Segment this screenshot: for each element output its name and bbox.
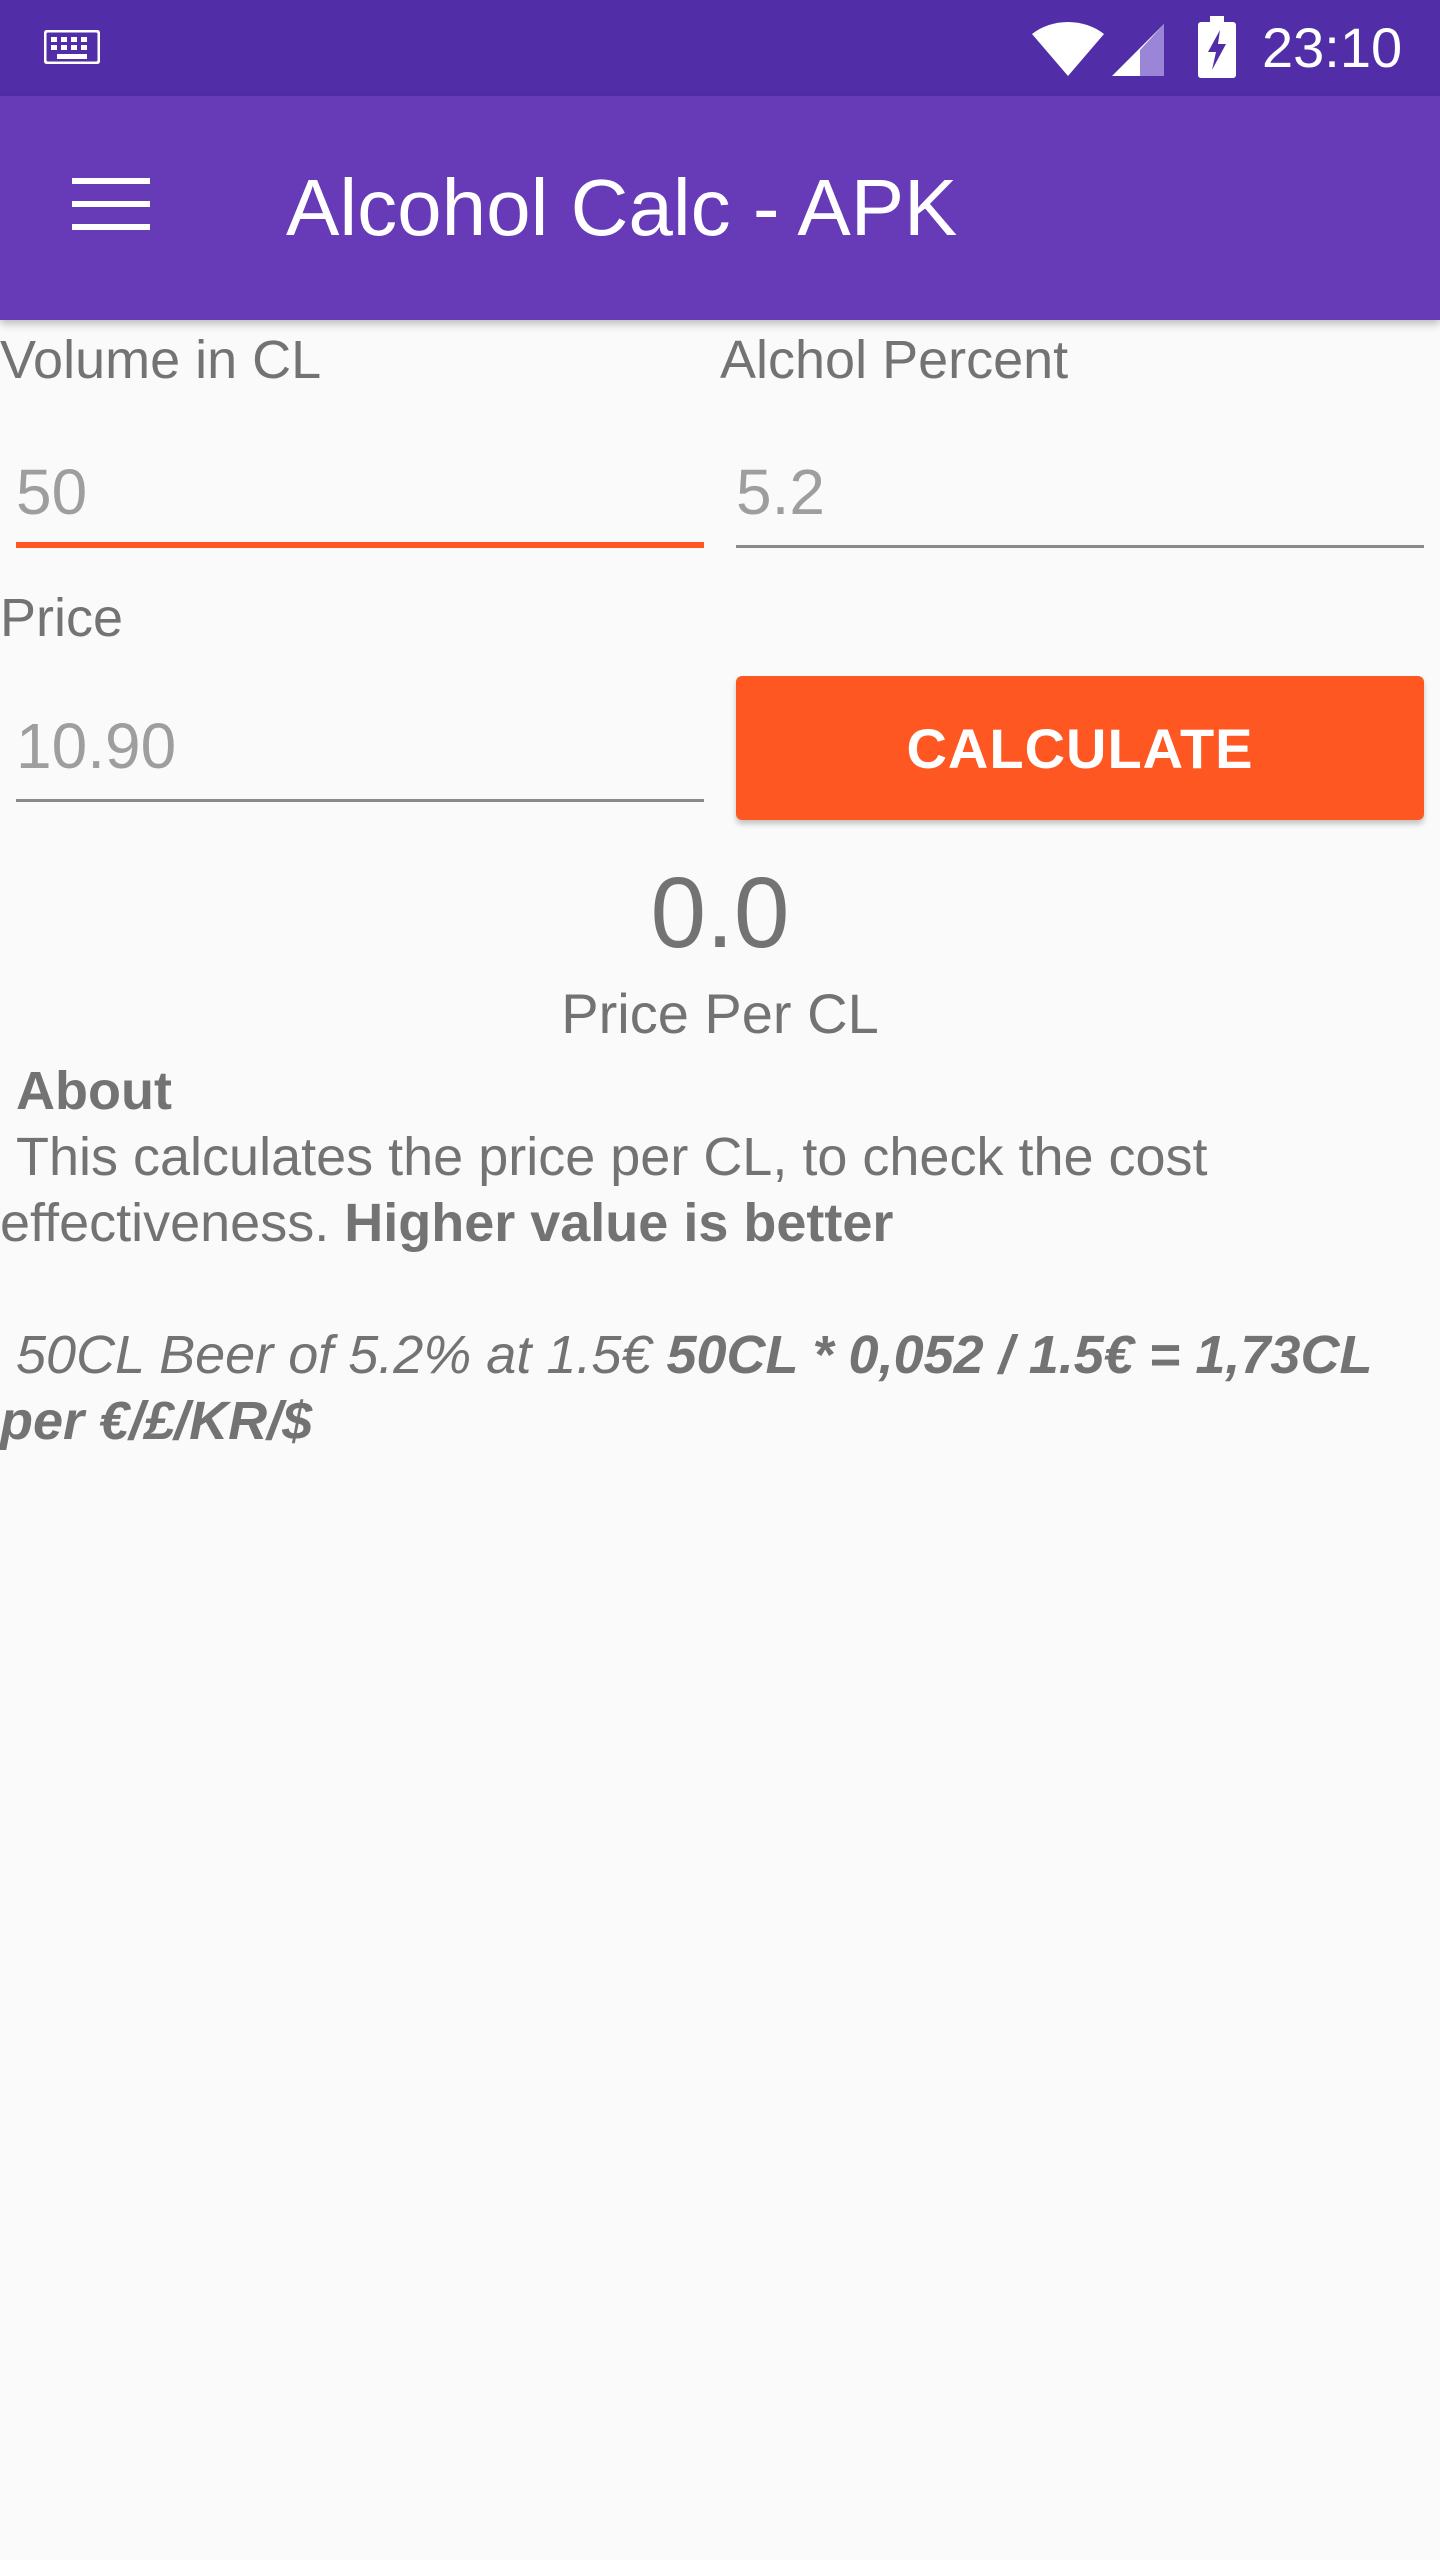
percent-input[interactable] <box>736 452 1424 532</box>
keyboard-icon <box>44 30 100 64</box>
app-bar: Alcohol Calc - APK <box>0 96 1440 320</box>
percent-field[interactable] <box>736 428 1424 548</box>
volume-field[interactable] <box>16 428 704 548</box>
result-label: Price Per CL <box>561 982 879 1045</box>
volume-label: Volume in CL <box>0 330 322 390</box>
battery-charging-icon <box>1198 16 1236 78</box>
example-text: 50CL Beer of 5.2% at 1.5€ 50CL * 0,052 /… <box>0 1322 1430 1454</box>
status-time: 23:10 <box>1262 16 1403 79</box>
app-title: Alcohol Calc - APK <box>286 163 958 252</box>
volume-input[interactable] <box>16 452 704 532</box>
wifi-icon <box>1032 22 1104 76</box>
calculate-button[interactable]: CALCULATE <box>736 676 1424 820</box>
result-value: 0.0 <box>650 857 790 969</box>
signal-icon <box>1112 24 1164 76</box>
about-title: About <box>16 1061 172 1121</box>
price-field[interactable] <box>16 682 704 802</box>
price-input[interactable] <box>16 706 704 786</box>
about-body: This calculates the price per CL, to che… <box>0 1124 1430 1256</box>
example-description: 50CL Beer of 5.2% at 1.5€ <box>16 1325 652 1385</box>
about-highlight: Higher value is better <box>344 1193 894 1253</box>
percent-label: Alchol Percent <box>720 330 1069 390</box>
menu-icon[interactable] <box>72 176 150 232</box>
status-bar: 23:10 <box>0 0 1440 96</box>
price-label: Price <box>0 588 124 648</box>
